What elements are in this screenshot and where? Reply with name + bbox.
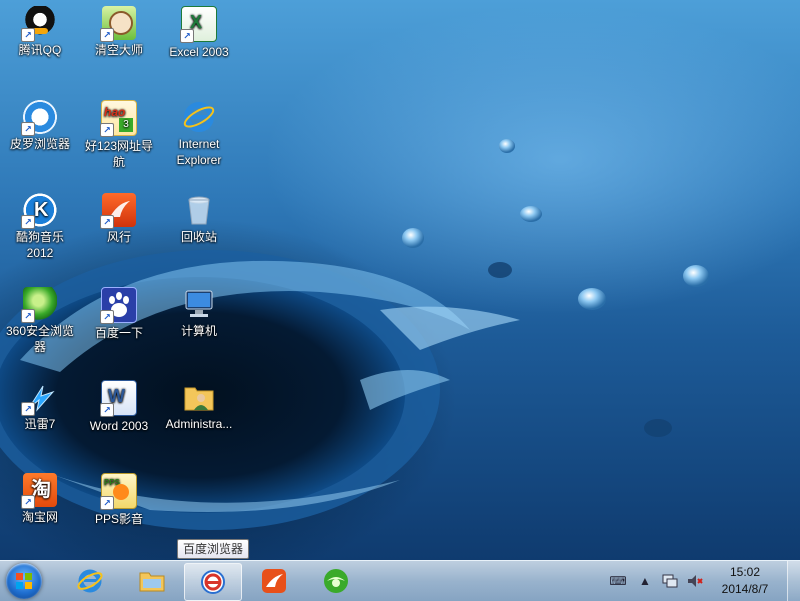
desktop-icon-funshion[interactable]: ↗ 风行 — [80, 193, 158, 245]
ie-icon — [182, 100, 216, 134]
baidu-icon: ↗ — [100, 287, 137, 324]
network-icon[interactable] — [661, 572, 679, 590]
icon-label: Word 2003 — [89, 419, 149, 433]
icon-label: 好123网址导航 — [84, 139, 154, 169]
taskbar-tooltip: 百度浏览器 — [177, 539, 250, 559]
clock-time: 15:02 — [729, 565, 761, 579]
desktop-icon-kugou[interactable]: K ↗ 酷狗音乐2012 — [1, 193, 79, 261]
cleaner-icon: ↗ — [100, 6, 136, 42]
funshion-icon: ↗ — [100, 193, 136, 229]
computer-icon — [182, 287, 216, 321]
xunlei-icon: ↗ — [21, 380, 57, 416]
desktop-icon-hao123[interactable]: hao 3 ↗ 好123网址导航 — [80, 100, 158, 170]
excel-icon: X ↗ — [180, 6, 217, 43]
icon-label: 360安全浏览器 — [5, 324, 75, 354]
taskbar-360-browser-button[interactable] — [308, 563, 364, 599]
icon-label: 腾讯QQ — [18, 43, 62, 57]
taskbar-baidu-browser-button[interactable] — [184, 563, 242, 601]
icon-label: Excel 2003 — [169, 45, 229, 59]
icon-label: 风行 — [106, 230, 131, 244]
show-desktop-button[interactable] — [787, 561, 800, 601]
windows-start-icon — [16, 573, 32, 589]
360-browser-icon: ↗ — [21, 287, 57, 323]
desktop-icon-pirate-browser[interactable]: ↗ 皮罗浏览器 — [1, 100, 79, 152]
icon-label: 酷狗音乐2012 — [15, 230, 64, 260]
taskbar: ⌨ ▲ 15:02 2014/8/7 — [0, 560, 800, 601]
volume-muted-icon[interactable] — [686, 572, 704, 590]
recycle-bin-icon — [182, 193, 216, 227]
icon-label: Administra... — [165, 417, 233, 431]
baidu-browser-icon — [201, 570, 225, 594]
desktop-icon-administrator-folder[interactable]: Administra... — [160, 380, 238, 432]
desktop-icon-qq[interactable]: ↗ 腾讯QQ — [1, 6, 79, 58]
user-folder-icon — [182, 380, 216, 414]
icon-label: 迅雷7 — [24, 417, 56, 431]
ie-icon — [77, 569, 103, 593]
desktop-icon-baidu[interactable]: ↗ 百度一下 — [80, 287, 158, 341]
desktop-icon-taobao[interactable]: 淘 ↗ 淘宝网 — [1, 473, 79, 525]
desktop-icon-recycle-bin[interactable]: 回收站 — [160, 193, 238, 245]
icon-label: 淘宝网 — [21, 510, 58, 524]
taskbar-ie-button[interactable] — [62, 563, 118, 599]
taskbar-funshion-button[interactable] — [246, 563, 302, 599]
word-icon: W ↗ — [100, 380, 137, 417]
pps-icon: PPS ↗ — [100, 473, 137, 510]
icon-label: 百度一下 — [94, 326, 143, 340]
360-browser-icon — [324, 569, 348, 593]
icon-label: 计算机 — [180, 324, 217, 338]
start-button[interactable] — [6, 563, 42, 599]
desktop-icon-word[interactable]: W ↗ Word 2003 — [80, 380, 158, 434]
desktop-icon-xunlei[interactable]: ↗ 迅雷7 — [1, 380, 79, 432]
desktop-icon-internet-explorer[interactable]: Internet Explorer — [160, 100, 238, 168]
desktop-icon-computer[interactable]: 计算机 — [160, 287, 238, 339]
funshion-icon — [262, 569, 286, 593]
browser-e-icon: ↗ — [21, 100, 57, 136]
show-hidden-icon[interactable]: ▲ — [636, 572, 654, 590]
desktop-icon-excel[interactable]: X ↗ Excel 2003 — [160, 6, 238, 60]
desktop-icon-pps[interactable]: PPS ↗ PPS影音 — [80, 473, 158, 527]
taobao-icon: 淘 ↗ — [21, 473, 57, 509]
icon-label: 清空大师 — [94, 43, 143, 57]
kugou-icon: K ↗ — [21, 193, 57, 229]
clock-date: 2014/8/7 — [721, 582, 769, 596]
icon-label: 回收站 — [180, 230, 217, 244]
taskbar-explorer-button[interactable] — [124, 563, 180, 599]
hao123-icon: hao 3 ↗ — [100, 100, 137, 137]
explorer-folder-icon — [139, 572, 165, 592]
keyboard-icon[interactable]: ⌨ — [609, 572, 627, 590]
icon-label: Internet Explorer — [176, 137, 222, 167]
desktop-icon-360-browser[interactable]: ↗ 360安全浏览器 — [1, 287, 79, 355]
icon-label: PPS影音 — [94, 512, 143, 526]
system-clock[interactable]: 15:02 2014/8/7 — [710, 564, 780, 598]
qq-icon: ↗ — [21, 6, 57, 42]
desktop-icon-cleaner[interactable]: ↗ 清空大师 — [80, 6, 158, 58]
icon-label: 皮罗浏览器 — [9, 137, 70, 151]
